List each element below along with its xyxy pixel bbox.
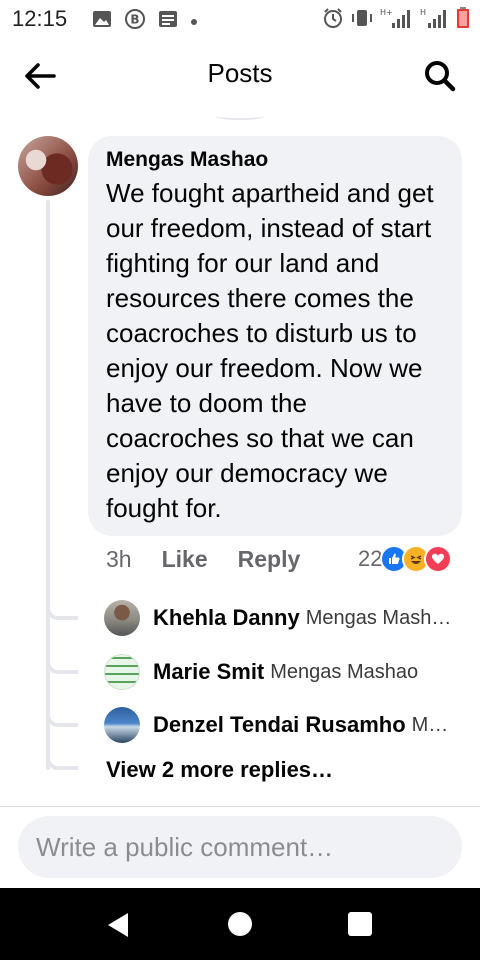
scroll-hint	[215, 112, 265, 120]
reply-item[interactable]: Khehla Danny Mengas Mash…	[104, 598, 464, 638]
triangle-back-icon	[108, 913, 128, 937]
avatar[interactable]	[104, 654, 140, 690]
status-left-icons: B	[92, 8, 198, 35]
status-time: 12:15	[12, 6, 68, 31]
comment-input[interactable]: Write a public comment…	[18, 816, 462, 878]
reply-branch-line	[46, 598, 78, 620]
alarm-icon	[322, 7, 344, 34]
comment-actions: 3h Like Reply	[106, 546, 330, 573]
comment-time: 3h	[106, 546, 132, 572]
reply-branch-line	[46, 705, 78, 727]
reply-branch-line	[46, 748, 78, 770]
reply-author[interactable]: Marie Smit	[153, 659, 264, 685]
top-app-bar: Posts	[0, 40, 480, 110]
comment-text: We fought apartheid and get our freedom,…	[106, 178, 434, 523]
reply-item[interactable]: Denzel Tendai Rusamho M…	[104, 705, 464, 745]
reply-snippet: M…	[411, 713, 449, 736]
reply-author[interactable]: Khehla Danny	[153, 605, 300, 631]
avatar[interactable]	[18, 136, 78, 196]
svg-text:B: B	[130, 13, 139, 27]
dot-icon	[190, 13, 198, 31]
avatar[interactable]	[104, 600, 140, 636]
vibrate-icon	[350, 8, 374, 33]
signal-h-plus-icon: H+	[380, 7, 414, 34]
battery-low-icon	[456, 7, 470, 34]
b-circle-icon: B	[124, 8, 146, 35]
comment-author[interactable]: Mengas Mashao	[106, 146, 444, 174]
search-icon	[425, 61, 456, 92]
reply-snippet: Mengas Mashao	[270, 660, 419, 683]
reactions-summary[interactable]: 22	[358, 545, 453, 573]
image-icon	[92, 10, 112, 33]
reply-button[interactable]: Reply	[238, 546, 301, 573]
page-title: Posts	[207, 58, 273, 88]
reply-author[interactable]: Denzel Tendai Rusamho	[153, 712, 406, 738]
network-2-label: H	[420, 8, 426, 17]
status-right-icons: H+ H	[322, 7, 470, 34]
love-reaction-icon	[424, 545, 453, 573]
comment-input-placeholder: Write a public comment…	[36, 831, 334, 862]
nav-back-button[interactable]	[106, 912, 130, 943]
like-button[interactable]: Like	[162, 546, 208, 573]
news-icon	[158, 10, 178, 33]
reaction-count: 22	[358, 546, 383, 571]
view-more-replies-link[interactable]: View 2 more replies…	[106, 757, 333, 783]
status-bar: 12:15 B H+ H	[0, 0, 480, 36]
nav-home-button[interactable]	[228, 912, 252, 936]
reply-branch-line	[46, 652, 78, 674]
divider	[0, 806, 480, 807]
nav-recents-button[interactable]	[348, 912, 372, 936]
reply-snippet: Mengas Mash…	[305, 606, 452, 629]
network-1-label: H+	[380, 8, 393, 17]
signal-h-icon: H	[420, 7, 450, 34]
thread-line	[46, 200, 50, 770]
system-nav-bar	[0, 888, 480, 960]
avatar[interactable]	[104, 707, 140, 743]
search-button[interactable]	[422, 58, 458, 94]
reply-item[interactable]: Marie Smit Mengas Mashao	[104, 652, 464, 692]
comment-bubble[interactable]: Mengas Mashao We fought apartheid and ge…	[88, 136, 462, 536]
